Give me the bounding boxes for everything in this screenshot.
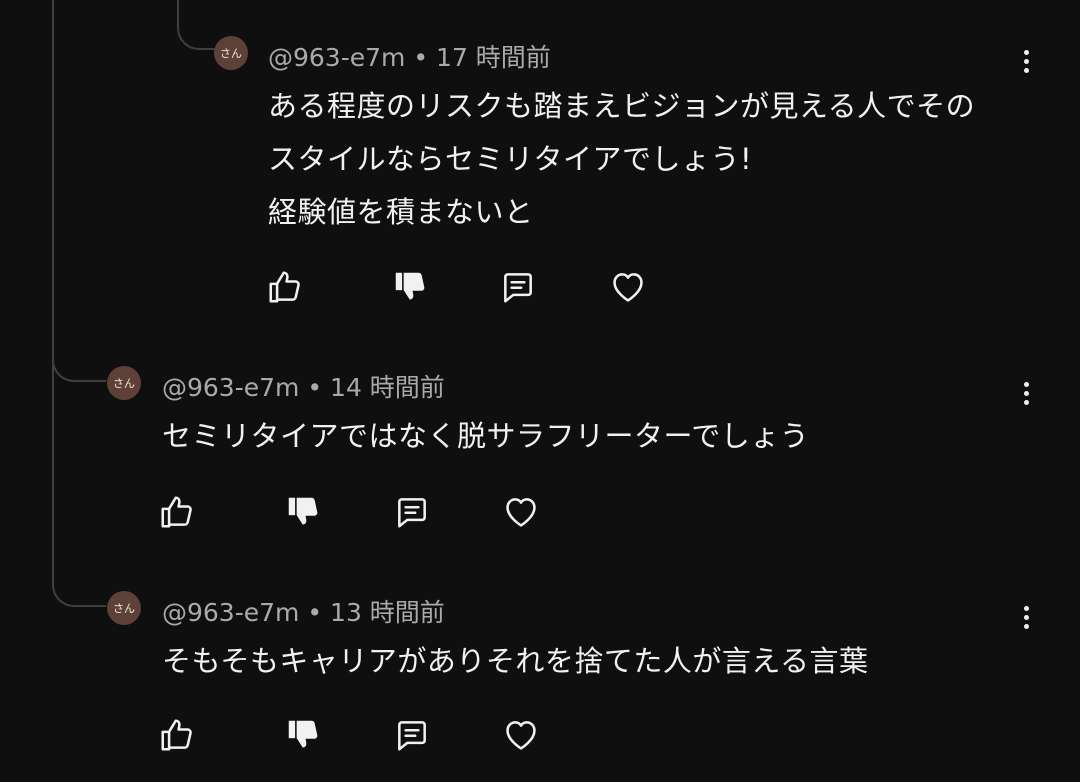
author-handle[interactable]: @963-e7m <box>162 598 299 627</box>
reply-button[interactable] <box>392 715 432 755</box>
heart-icon <box>506 498 536 527</box>
comment-2: さん @963-e7m • 14 時間前 セミリタイアではなく脱サラフリーターで… <box>0 330 1080 555</box>
timestamp[interactable]: 13 時間前 <box>330 598 445 627</box>
thumb-up-icon <box>269 271 300 303</box>
author-handle[interactable]: @963-e7m <box>268 43 405 72</box>
like-button[interactable] <box>157 715 197 755</box>
meta-separator: • <box>307 598 323 627</box>
thumb-down-icon <box>395 272 425 300</box>
avatar[interactable]: さん <box>107 591 141 625</box>
dislike-button[interactable] <box>283 715 323 755</box>
comment-meta: @963-e7m • 17 時間前 <box>268 38 551 74</box>
author-handle[interactable]: @963-e7m <box>162 373 299 402</box>
timestamp[interactable]: 14 時間前 <box>330 373 445 402</box>
timestamp[interactable]: 17 時間前 <box>436 43 551 72</box>
like-button[interactable] <box>157 492 197 532</box>
more-vertical-icon[interactable] <box>1016 376 1036 410</box>
reply-button[interactable] <box>498 267 538 307</box>
comment-text: セミリタイアではなく脱サラフリーターでしょう <box>162 419 810 453</box>
comment-meta: @963-e7m • 14 時間前 <box>162 368 445 404</box>
reply-icon <box>398 721 426 751</box>
heart-button[interactable] <box>501 715 541 755</box>
avatar[interactable]: さん <box>214 36 248 70</box>
heart-icon <box>613 273 643 302</box>
thumb-down-icon <box>288 720 318 748</box>
comment-text: ある程度のリスクも踏まえビジョンが見える人でその スタイルならセミリタイアでしょ… <box>268 89 976 229</box>
reply-button[interactable] <box>392 492 432 532</box>
comment-3: さん @963-e7m • 13 時間前 そもそもキャリアがありそれを捨てた人が… <box>0 555 1080 782</box>
heart-button[interactable] <box>501 492 541 532</box>
comment-meta: @963-e7m • 13 時間前 <box>162 593 445 629</box>
dislike-button[interactable] <box>283 492 323 532</box>
comment-actions <box>0 715 1080 755</box>
reply-icon <box>504 273 532 303</box>
meta-separator: • <box>307 373 323 402</box>
meta-separator: • <box>413 43 429 72</box>
thumb-up-icon <box>161 719 192 751</box>
thumb-down-icon <box>288 497 318 525</box>
more-vertical-icon[interactable] <box>1016 600 1036 634</box>
reply-icon <box>398 498 426 528</box>
comment-actions <box>0 492 1080 532</box>
like-button[interactable] <box>265 267 305 307</box>
heart-button[interactable] <box>608 267 648 307</box>
comment-actions <box>0 267 1080 307</box>
comment-1: さん @963-e7m • 17 時間前 ある程度のリスクも踏まえビジョンが見え… <box>0 0 1080 330</box>
thumb-up-icon <box>161 496 192 528</box>
avatar[interactable]: さん <box>107 366 141 400</box>
dislike-button[interactable] <box>390 267 430 307</box>
more-vertical-icon[interactable] <box>1016 44 1036 78</box>
heart-icon <box>506 721 536 750</box>
comment-text: そもそもキャリアがありそれを捨てた人が言える言葉 <box>162 644 869 678</box>
